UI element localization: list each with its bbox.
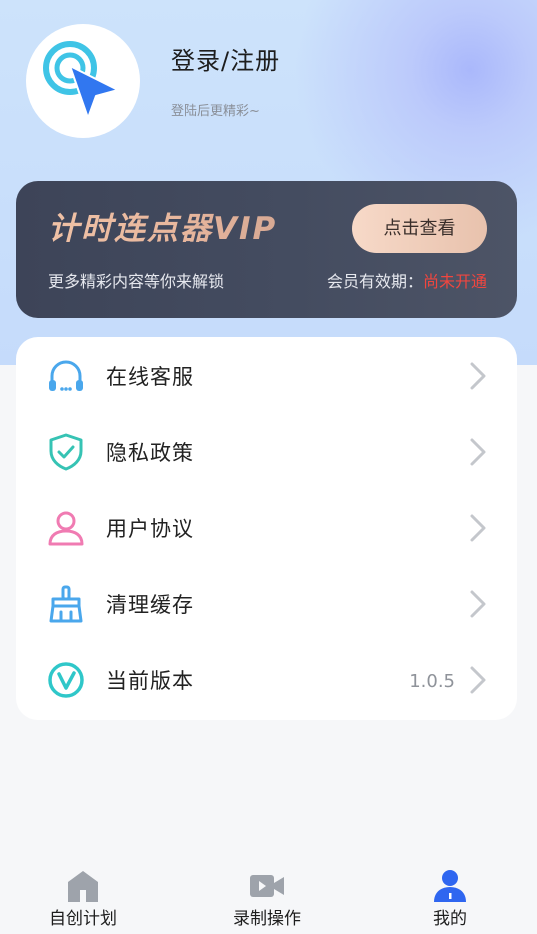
tab-label: 我的: [433, 909, 467, 929]
menu-item-label: 当前版本: [106, 669, 194, 693]
tab-label: 录制操作: [233, 909, 301, 929]
home-icon: [68, 871, 98, 902]
menu-item-clear-cache[interactable]: 清理缓存: [16, 565, 517, 641]
chevron-right-icon: [470, 514, 486, 542]
menu-item-label: 用户协议: [106, 517, 194, 541]
menu-item-online-service[interactable]: 在线客服: [16, 337, 517, 413]
tab-self-created-plan[interactable]: 自创计划: [23, 858, 143, 934]
shield-check-icon: [49, 433, 83, 471]
bottom-tab-bar: 自创计划 录制操作 我的: [0, 858, 537, 934]
menu-item-label: 在线客服: [106, 365, 194, 389]
vip-card: 计时连点器VIP 点击查看 更多精彩内容等你来解锁 会员有效期：尚未开通: [16, 181, 517, 318]
menu-item-label: 清理缓存: [106, 593, 194, 617]
chevron-right-icon: [470, 666, 486, 694]
menu-item-user-agreement[interactable]: 用户协议: [16, 489, 517, 565]
broom-icon: [49, 585, 83, 623]
tab-mine[interactable]: 我的: [390, 858, 510, 934]
vip-expire-info: 会员有效期：尚未开通: [327, 268, 487, 292]
tab-label: 自创计划: [49, 909, 117, 929]
vip-expire-label: 会员有效期：: [326, 272, 423, 291]
settings-menu: 在线客服 隐私政策 用户协议 清理缓存 当前版本 1.0.5: [16, 337, 517, 720]
vip-expire-status: 尚未开通: [422, 272, 487, 291]
version-v-icon: [48, 662, 84, 698]
cursor-tap-icon: [43, 41, 119, 119]
profile-icon: [434, 870, 466, 902]
headset-icon: [49, 360, 83, 391]
login-register-link[interactable]: 登录/注册: [171, 41, 280, 76]
tab-record-operation[interactable]: 录制操作: [207, 858, 327, 934]
chevron-right-icon: [470, 438, 486, 466]
video-icon: [250, 875, 284, 897]
avatar[interactable]: [26, 24, 140, 138]
menu-item-label: 隐私政策: [106, 441, 194, 465]
menu-item-current-version[interactable]: 当前版本 1.0.5: [16, 641, 517, 717]
login-subtitle: 登陆后更精彩~: [171, 104, 260, 119]
user-icon: [48, 511, 84, 546]
chevron-right-icon: [470, 590, 486, 618]
chevron-right-icon: [470, 362, 486, 390]
view-vip-button[interactable]: 点击查看: [352, 204, 487, 253]
vip-title: 计时连点器VIP: [48, 203, 277, 248]
version-value: 1.0.5: [409, 671, 455, 692]
vip-description: 更多精彩内容等你来解锁: [48, 272, 225, 291]
menu-item-privacy-policy[interactable]: 隐私政策: [16, 413, 517, 489]
